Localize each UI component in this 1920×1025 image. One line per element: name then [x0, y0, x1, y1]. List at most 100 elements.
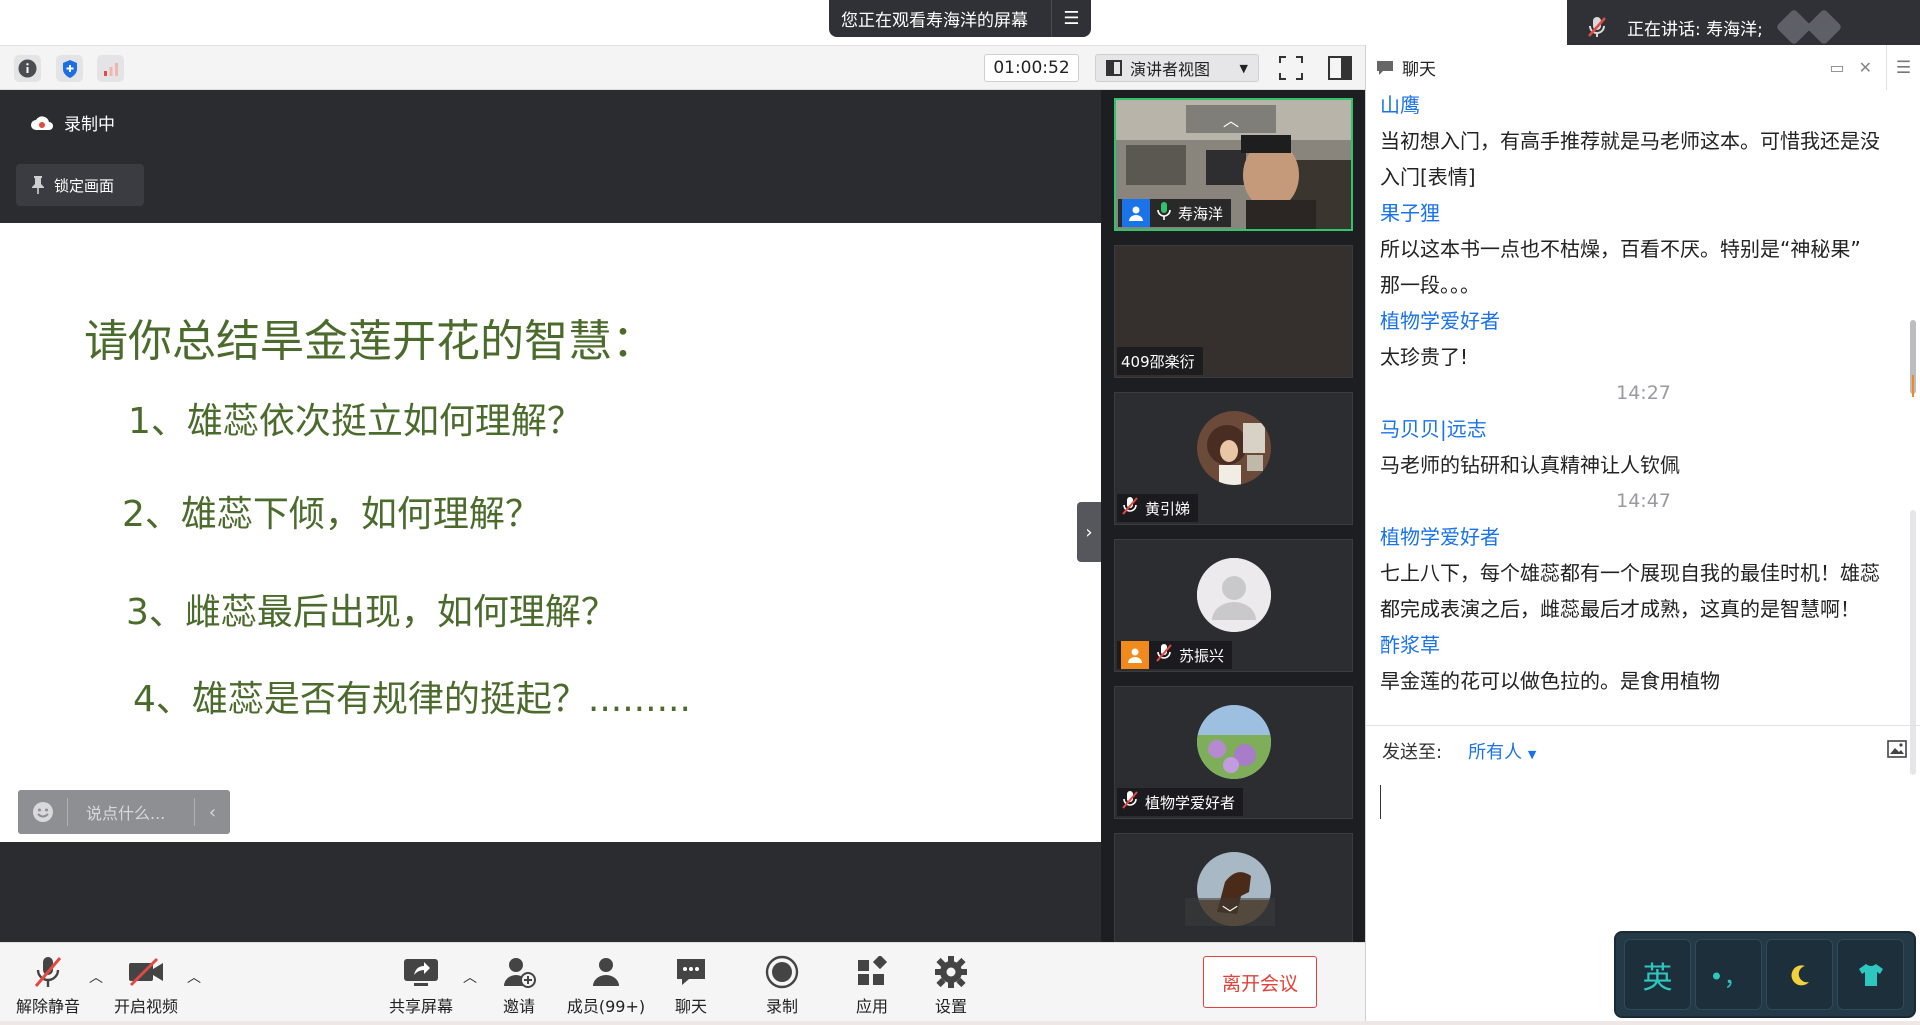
message-sender[interactable]: 植物学爱好者 — [1380, 519, 1907, 555]
chat-header: 聊天 ▭ ✕ ☰ — [1366, 45, 1920, 90]
ime-punctuation-label: •， — [1709, 963, 1748, 991]
co-host-badge-icon — [1121, 641, 1149, 669]
participant-name: 黄引娣 — [1145, 499, 1191, 518]
mic-muted-icon — [33, 951, 63, 993]
send-to-row: 发送至: 所有人 ▼ — [1366, 725, 1920, 775]
start-video-button[interactable]: 开启视频 — [112, 951, 180, 1021]
video-tile[interactable]: 苏振兴 — [1114, 539, 1353, 672]
caret-down-icon: ▼ — [1527, 747, 1537, 761]
chevron-up-icon[interactable]: ︿ — [89, 967, 103, 987]
apps-button[interactable]: 应用 — [851, 951, 893, 1021]
comment-input[interactable]: 说点什么... ‹ — [18, 790, 230, 834]
message-text: 入门[表情] — [1380, 165, 1476, 189]
settings-label: 设置 — [934, 997, 967, 1016]
share-screen-label: 共享屏幕 — [388, 997, 453, 1016]
start-video-label: 开启视频 — [113, 997, 178, 1016]
chat-title: 聊天 — [1402, 60, 1436, 80]
participant-name-tag: 植物学爱好者 — [1117, 788, 1244, 816]
popout-icon[interactable]: ▭ — [1829, 58, 1844, 77]
video-tile[interactable]: 植物学爱好者 — [1114, 686, 1353, 819]
ime-language-key[interactable]: 英 — [1624, 939, 1691, 1010]
slide-question: 3、雌蕊最后出现，如何理解？ — [126, 592, 617, 633]
participant-name: 寿海洋 — [1178, 204, 1224, 223]
image-icon[interactable] — [1887, 740, 1907, 763]
chat-message: 植物学爱好者 七上八下，每个雄蕊都有一个展现自我的最佳时机！雄蕊 都完成表演之后… — [1380, 519, 1907, 627]
cloud-record-icon — [31, 115, 53, 130]
moon-icon[interactable] — [1766, 939, 1833, 1010]
apps-grid-icon — [856, 951, 888, 993]
presentation-slide: 请你总结旱金莲开花的智慧： 1、雄蕊依次挺立如何理解？ 2、雄蕊下倾，如何理解？… — [0, 223, 1101, 842]
unmute-label: 解除静音 — [15, 997, 80, 1016]
signal-icon[interactable] — [97, 55, 124, 82]
send-to-dropdown[interactable]: 所有人 ▼ — [1468, 738, 1536, 764]
members-label: 成员(99+) — [566, 997, 646, 1016]
message-sender[interactable]: 酢浆草 — [1380, 627, 1907, 663]
info-icon[interactable] — [14, 55, 41, 82]
mic-muted-icon — [1121, 790, 1139, 814]
top-area — [0, 0, 1365, 45]
record-button[interactable]: 录制 — [761, 951, 803, 1021]
view-mode-dropdown[interactable]: 演讲者视图 ▼ — [1095, 54, 1259, 82]
unmute-button[interactable]: 解除静音 — [14, 951, 82, 1021]
pin-icon — [32, 176, 44, 194]
chevron-up-icon[interactable]: ︿ — [463, 967, 477, 987]
invite-button[interactable]: 邀请 — [498, 951, 540, 1021]
hamburger-menu-icon[interactable]: ☰ — [1886, 45, 1920, 90]
participant-name: 植物学爱好者 — [1145, 793, 1236, 812]
message-text: 七上八下，每个雄蕊都有一个展现自我的最佳时机！雄蕊 — [1380, 561, 1880, 585]
video-tile[interactable]: 黄引娣 — [1114, 392, 1353, 525]
record-icon — [765, 951, 799, 993]
ime-punctuation-key[interactable]: •， — [1695, 939, 1762, 1010]
message-text: 都完成表演之后，雌蕊最后才成熟，这真的是智慧啊！ — [1380, 597, 1860, 621]
leave-meeting-button[interactable]: 离开会议 — [1203, 956, 1317, 1008]
invite-label: 邀请 — [502, 997, 535, 1016]
message-text: 旱金莲的花可以做色拉的。是食用植物 — [1380, 669, 1720, 693]
video-tile[interactable]: 409邵楽衍 — [1114, 245, 1353, 378]
view-mode-label: 演讲者视图 — [1130, 60, 1211, 79]
settings-button[interactable]: 设置 — [930, 951, 972, 1021]
message-sender[interactable]: 马贝贝|远志 — [1380, 411, 1907, 447]
chevron-up-icon[interactable]: ︿ — [1186, 105, 1276, 133]
video-tile-active[interactable]: ︿ 寿海洋 — [1114, 98, 1353, 231]
message-sender[interactable]: 山鹰 — [1380, 90, 1907, 123]
chat-message-input[interactable] — [1380, 785, 1381, 819]
side-panel-icon[interactable] — [1327, 55, 1355, 82]
chevron-left-icon[interactable]: ‹ — [194, 798, 230, 826]
host-badge-icon — [1122, 199, 1150, 227]
mic-on-icon — [1156, 201, 1172, 225]
video-tile[interactable]: ﹀ — [1114, 833, 1353, 942]
participant-name: 苏振兴 — [1179, 646, 1225, 665]
list-menu-icon[interactable]: ☰ — [1051, 0, 1091, 37]
message-text: 当初想入门，有高手推荐就是马老师这本。可惜我还是没 — [1380, 129, 1880, 153]
emoji-icon[interactable] — [18, 798, 68, 826]
chevron-down-icon[interactable]: ﹀ — [1185, 898, 1275, 926]
chevron-down-icon: ▼ — [1239, 61, 1248, 75]
slide-title: 请你总结旱金莲开花的智慧： — [84, 316, 656, 367]
message-sender[interactable]: 果子狸 — [1380, 195, 1907, 231]
chevron-up-icon[interactable]: ︿ — [187, 967, 201, 987]
fullscreen-icon[interactable] — [1278, 55, 1306, 82]
shield-icon[interactable] — [56, 55, 83, 82]
close-icon[interactable]: ✕ — [1859, 58, 1872, 77]
meeting-timer: 01:00:52 — [984, 54, 1079, 82]
chat-message: 植物学爱好者 太珍贵了! — [1380, 303, 1907, 375]
members-icon — [589, 951, 623, 993]
members-button[interactable]: 成员(99+) — [566, 951, 646, 1021]
lock-view-button[interactable]: 锁定画面 — [16, 164, 144, 206]
participant-name-tag: 409邵楽衍 — [1117, 347, 1203, 375]
add-user-icon — [502, 951, 536, 993]
ime-toolbar: 英 •， — [1614, 931, 1916, 1018]
share-screen-button[interactable]: 共享屏幕 — [387, 951, 455, 1021]
ime-language-label: 英 — [1642, 960, 1673, 996]
avatar — [1196, 411, 1271, 485]
chat-button[interactable]: 聊天 — [670, 951, 712, 1021]
participant-name-tag: 黄引娣 — [1117, 494, 1199, 522]
message-sender[interactable]: 植物学爱好者 — [1380, 303, 1907, 339]
mic-muted-icon — [1567, 15, 1627, 39]
chat-message: 马贝贝|远志 马老师的钻研和认真精神让人钦佩 — [1380, 411, 1907, 483]
collapse-video-panel-button[interactable]: › — [1077, 502, 1101, 562]
screen-share-area: 录制中 锁定画面 请你总结旱金莲开花的智慧： 1、雄蕊依次挺立如何理解？ 2、雄… — [0, 90, 1101, 942]
shirt-icon[interactable] — [1837, 939, 1904, 1010]
speaker-label: 正在讲话: 寿海洋; — [1627, 19, 1763, 40]
recording-indicator: 录制中 — [30, 110, 115, 135]
